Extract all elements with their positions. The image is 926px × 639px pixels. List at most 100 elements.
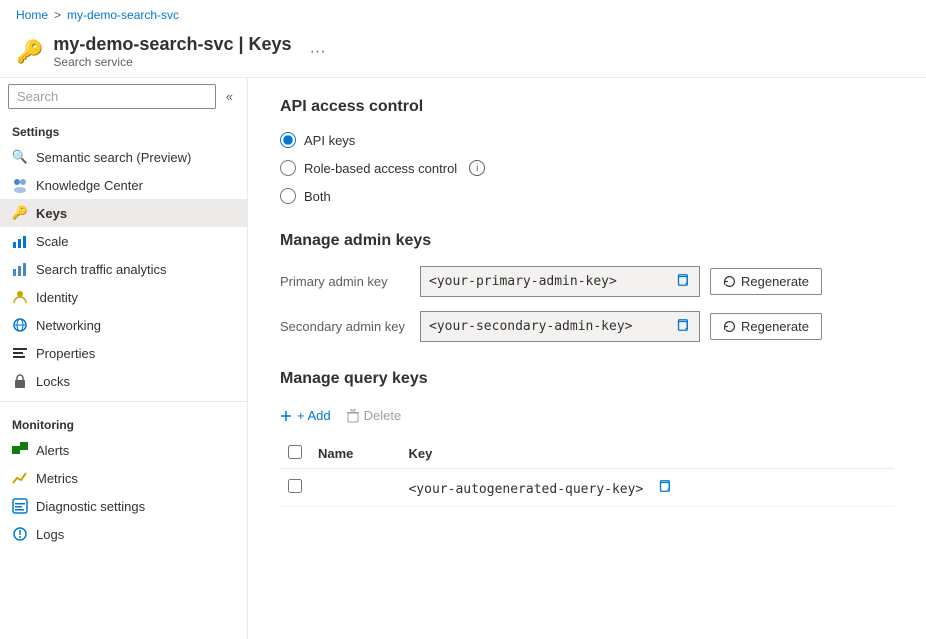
sidebar-item-logs[interactable]: Logs [0,520,247,548]
query-key-value: <your-autogenerated-query-key> [400,469,894,507]
analytics-icon [12,261,28,277]
page-subtitle: Search service [53,55,291,69]
radio-both-input[interactable] [280,188,296,204]
sidebar-item-label: Diagnostic settings [36,499,145,514]
diagnostic-settings-icon [12,498,28,514]
secondary-key-box: <your-secondary-admin-key> [420,311,700,342]
sidebar-item-keys[interactable]: 🔑 Keys [0,199,247,227]
admin-keys-title: Manage admin keys [280,232,894,250]
settings-section-label: Settings [0,115,247,143]
page-header: 🔑 my-demo-search-svc | Keys Search servi… [0,30,926,78]
regenerate-label: Regenerate [741,274,809,289]
sidebar-item-networking[interactable]: Networking [0,311,247,339]
select-all-checkbox[interactable] [288,445,302,459]
sidebar-item-properties[interactable]: Properties [0,339,247,367]
row-checkbox[interactable] [288,479,302,493]
secondary-key-label: Secondary admin key [280,319,410,334]
sidebar-item-label: Semantic search (Preview) [36,150,191,165]
keys-icon: 🔑 [12,205,28,221]
secondary-key-row: Secondary admin key <your-secondary-admi… [280,311,894,342]
radio-both-label: Both [304,189,331,204]
secondary-key-copy-button[interactable] [673,316,691,337]
semantic-search-icon: 🔍 [12,149,28,165]
query-key-name [310,469,400,507]
page-title: my-demo-search-svc | Keys [53,34,291,55]
primary-key-copy-button[interactable] [673,271,691,292]
table-header-name: Name [310,439,400,469]
sidebar-item-knowledge-center[interactable]: Knowledge Center [0,171,247,199]
add-label: + Add [297,408,331,423]
sidebar-item-label: Keys [36,206,67,221]
sidebar-item-label: Locks [36,374,70,389]
sidebar-item-label: Identity [36,290,78,305]
sidebar-item-metrics[interactable]: Metrics [0,464,247,492]
search-input[interactable] [8,84,216,109]
metrics-icon [12,470,28,486]
sidebar-item-label: Scale [36,234,69,249]
sidebar-item-search-traffic-analytics[interactable]: Search traffic analytics [0,255,247,283]
sidebar-item-label: Properties [36,346,95,361]
logs-icon [12,526,28,542]
sidebar: « Settings 🔍 Semantic search (Preview) K… [0,78,248,639]
secondary-key-value: <your-secondary-admin-key> [429,319,665,334]
sidebar-item-label: Knowledge Center [36,178,143,193]
sidebar-item-semantic-search[interactable]: 🔍 Semantic search (Preview) [0,143,247,171]
admin-keys-section: Manage admin keys Primary admin key <you… [280,232,894,342]
row-checkbox-cell [280,469,310,507]
radio-both[interactable]: Both [280,188,894,204]
delete-query-key-button[interactable]: Delete [347,404,402,427]
sidebar-item-diagnostic-settings[interactable]: Diagnostic settings [0,492,247,520]
radio-rbac-label: Role-based access control [304,161,457,176]
api-access-title: API access control [280,98,894,116]
add-query-key-button[interactable]: + Add [280,404,331,427]
locks-icon [12,373,28,389]
content-area: API access control API keys Role-based a… [248,78,926,639]
sidebar-item-label: Alerts [36,443,69,458]
more-options-icon[interactable]: ··· [310,43,326,61]
sidebar-item-label: Logs [36,527,64,542]
breadcrumb-separator: > [54,8,61,22]
radio-rbac[interactable]: Role-based access control i [280,160,894,176]
breadcrumb: Home > my-demo-search-svc [0,0,926,30]
radio-api-keys-label: API keys [304,133,355,148]
table-header-key: Key [400,439,894,469]
page-header-text: my-demo-search-svc | Keys Search service [53,34,291,69]
sidebar-item-locks[interactable]: Locks [0,367,247,395]
sidebar-item-identity[interactable]: Identity [0,283,247,311]
properties-icon [12,345,28,361]
collapse-sidebar-button[interactable]: « [220,85,239,108]
query-keys-section: Manage query keys + Add Delete [280,370,894,507]
query-keys-table: Name Key <your-autogenerated-query-key> [280,439,894,507]
key-icon: 🔑 [16,39,43,65]
sidebar-item-alerts[interactable]: Alerts [0,436,247,464]
networking-icon [12,317,28,333]
radio-api-keys[interactable]: API keys [280,132,894,148]
delete-label: Delete [364,408,402,423]
primary-key-box: <your-primary-admin-key> [420,266,700,297]
radio-rbac-input[interactable] [280,160,296,176]
sidebar-item-label: Search traffic analytics [36,262,167,277]
radio-api-keys-input[interactable] [280,132,296,148]
rbac-info-icon[interactable]: i [469,160,485,176]
regenerate-label: Regenerate [741,319,809,334]
knowledge-center-icon [12,177,28,193]
scale-icon [12,233,28,249]
query-key-copy-button[interactable] [655,477,673,498]
alerts-icon [12,442,28,458]
monitoring-section-label: Monitoring [0,408,247,436]
query-actions: + Add Delete [280,404,894,427]
breadcrumb-current[interactable]: my-demo-search-svc [67,8,179,22]
sidebar-item-label: Metrics [36,471,78,486]
primary-key-row: Primary admin key <your-primary-admin-ke… [280,266,894,297]
radio-group-api-access: API keys Role-based access control i Bot… [280,132,894,204]
breadcrumb-home[interactable]: Home [16,8,48,22]
query-keys-title: Manage query keys [280,370,894,388]
secondary-key-regenerate-button[interactable]: Regenerate [710,313,822,340]
main-layout: « Settings 🔍 Semantic search (Preview) K… [0,78,926,639]
primary-key-regenerate-button[interactable]: Regenerate [710,268,822,295]
primary-key-label: Primary admin key [280,274,410,289]
sidebar-item-scale[interactable]: Scale [0,227,247,255]
identity-icon [12,289,28,305]
table-header-checkbox-cell [280,439,310,469]
table-row: <your-autogenerated-query-key> [280,469,894,507]
